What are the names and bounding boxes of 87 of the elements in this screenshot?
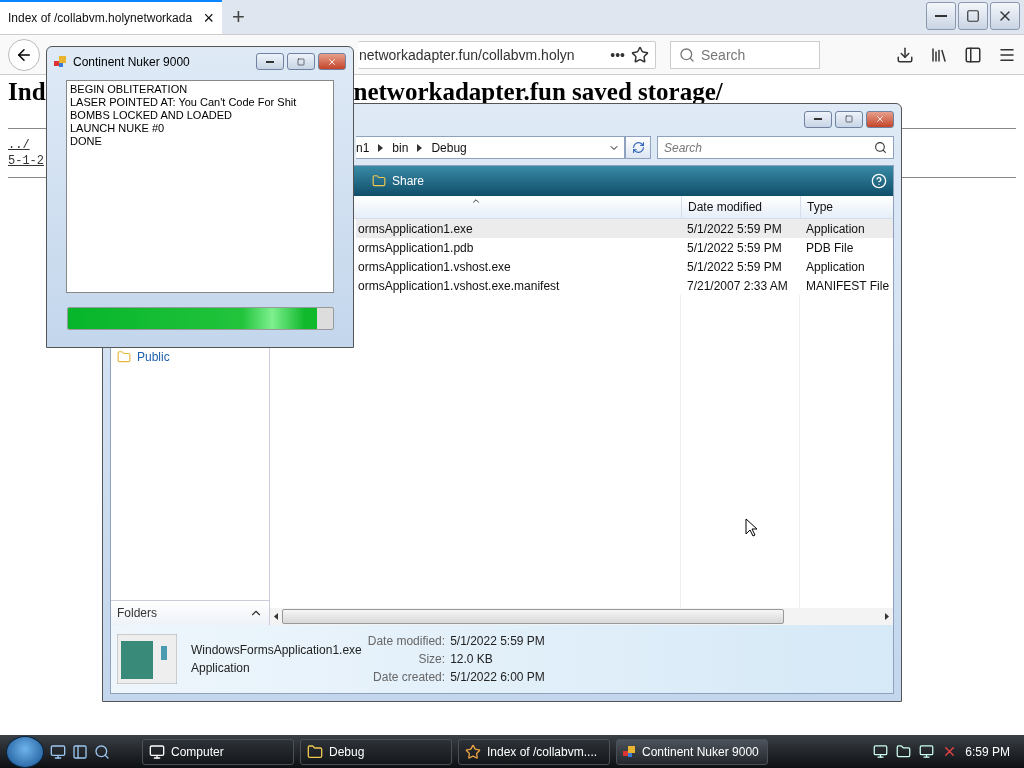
library-icon[interactable] [930,45,948,64]
file-row[interactable]: ormsApplication1.exe 5/1/2022 5:59 PM Application [356,219,893,238]
restore-button[interactable] [958,2,988,30]
taskbar-button[interactable]: Computer [142,738,294,765]
sidebar-icon[interactable] [964,45,982,64]
search-icon [874,141,887,154]
minimize-button[interactable] [256,53,284,71]
log-textbox[interactable]: BEGIN OBLITERATION LASER POINTED AT: You Can't Code For Shit BOMBS LOCKED AND LOADED LAUNCH NUKE #0 DONE [66,80,334,293]
maximize-icon [297,57,305,66]
refresh-icon [631,141,645,154]
close-button[interactable] [318,53,346,71]
horizontal-scrollbar[interactable] [270,608,893,625]
computer-icon [149,743,165,760]
refresh-button[interactable] [625,136,651,159]
folder-icon [117,350,131,364]
mouse-cursor-icon [745,518,758,537]
share-button[interactable]: Share [368,172,429,190]
scroll-right-icon[interactable] [885,613,889,620]
minimize-icon [266,60,274,63]
breadcrumb-arrow-icon [417,143,423,152]
minimize-button[interactable] [804,110,832,128]
breadcrumb-item[interactable]: bin [392,140,409,155]
close-icon [875,114,885,124]
close-button[interactable] [866,110,894,128]
restore-icon [966,9,980,23]
tab-close-button[interactable]: × [203,7,214,29]
folder-icon [372,174,386,188]
close-button[interactable] [990,2,1020,30]
download-icon[interactable] [896,45,914,64]
breadcrumb-bar[interactable]: n1 bin Debug [356,136,625,159]
breadcrumb-arrow-icon [378,143,384,152]
detail-label: Date created: [372,670,446,684]
directory-link[interactable]: 5-1-2 [8,153,44,169]
file-row[interactable]: ormsApplication1.vshost.exe 5/1/2022 5:59 PM Application [356,257,893,276]
search-field[interactable]: Search [657,136,894,159]
back-button[interactable] [8,38,40,71]
address-bar[interactable]: networkadapter.fun/collabvm.holyn ••• [358,40,656,69]
page-heading: networkadapter.fun saved storage/ [353,78,723,106]
file-type: Application [191,661,251,675]
window-title: Continent Nuker 9000 [73,54,190,69]
file-row[interactable]: ormsApplication1.pdb 5/1/2022 5:59 PM PDB File [356,238,893,257]
show-desktop-icon[interactable] [50,743,66,760]
log-line: DONE [70,135,103,149]
log-line: LASER POINTED AT: You Can't Code For Shit [70,96,298,110]
folders-toggle[interactable]: Folders [111,600,269,625]
file-thumbnail-icon [117,634,177,684]
log-line: LAUNCH NUKE #0 [70,122,166,136]
search-field[interactable]: Search [670,40,820,69]
column-header[interactable]: Type [800,196,893,218]
detail-value: 12.0 KB [450,652,494,666]
close-icon [327,56,337,67]
scroll-left-icon[interactable] [274,613,278,620]
bookmark-star-icon[interactable] [631,45,649,64]
search-icon [679,46,695,63]
nav-item[interactable]: Public [117,350,269,364]
detail-label: Size: [417,652,446,666]
maximize-icon [845,115,853,123]
taskbar-button[interactable]: Debug [300,738,452,765]
sort-caret-icon [470,196,481,206]
column-header[interactable]: Date modified [681,196,800,218]
window-icon [54,55,67,69]
page-heading: Ind [8,78,46,106]
breadcrumb-item[interactable]: Debug [431,140,467,155]
log-line: BEGIN OBLITERATION [70,83,189,97]
new-tab-button[interactable]: + [222,4,255,30]
taskbar-button[interactable]: Continent Nuker 9000 [616,738,768,765]
folder-icon [307,743,323,760]
directory-link[interactable]: ../ [8,137,30,153]
clock[interactable]: 6:59 PM [965,744,1018,759]
detail-value: 5/1/2022 6:00 PM [450,670,545,684]
taskbar-button[interactable]: Index of /collabvm.... [458,738,610,765]
minimize-button[interactable] [926,2,956,30]
display-icon[interactable] [919,744,935,759]
browser-tab[interactable]: Index of /collabvm.holynetworkada × [0,0,222,34]
help-icon[interactable] [871,173,887,189]
detail-label: Date modified: [367,634,446,648]
tab-title: Index of /collabvm.holynetworkada [8,11,194,25]
minimize-icon [935,15,947,17]
page-actions-button[interactable]: ••• [604,46,631,63]
file-row[interactable]: ormsApplication1.vshost.exe.manifest 7/21/2007 2:33 AM MANIFEST File [356,276,893,295]
minimize-icon [814,118,822,120]
breadcrumb-item[interactable]: n1 [356,140,370,155]
window-icon [623,745,636,758]
detail-value: 5/1/2022 5:59 PM [450,634,545,648]
start-button[interactable] [6,735,44,768]
log-line: BOMBS LOCKED AND LOADED [70,109,233,123]
file-name: WindowsFormsApplication1.exe [191,643,362,657]
